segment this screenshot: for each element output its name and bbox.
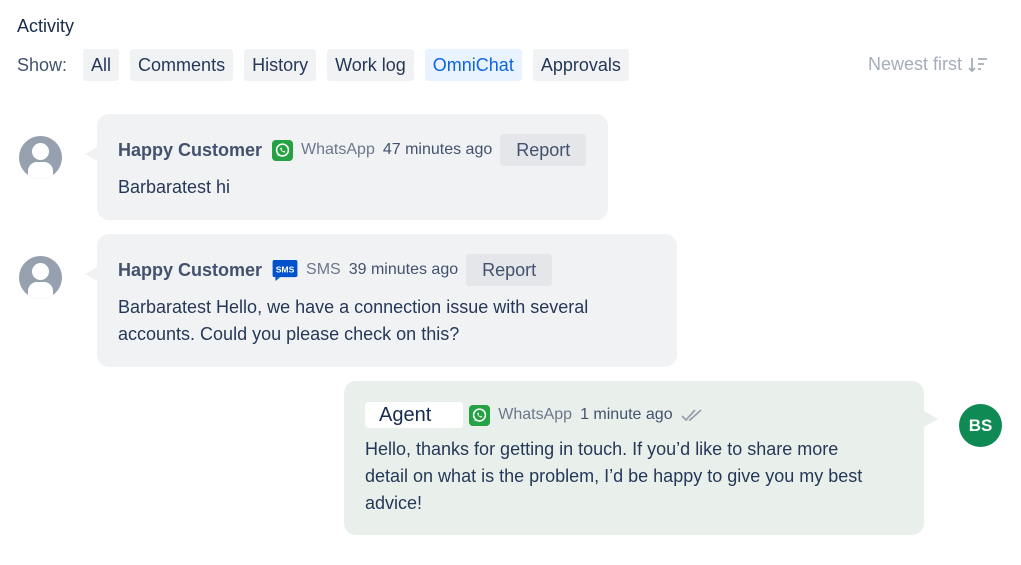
message-text: Barbaratest Hello, we have a connection …: [118, 294, 588, 348]
message-bubble: Happy Customer WhatsApp 47 minutes ago R…: [85, 114, 608, 220]
sms-badge-text: SMS: [276, 264, 295, 274]
message-line: detail on what is the problem, I’d be ha…: [365, 466, 863, 486]
sender-name: Happy Customer: [118, 259, 263, 280]
customer-avatar: [19, 256, 62, 299]
activity-filter-bar: Show: All Comments History Work log Omni…: [17, 49, 640, 81]
customer-avatar: [19, 136, 62, 179]
message-text: Hello, thanks for getting in touch. If y…: [365, 436, 862, 517]
filter-comments-button[interactable]: Comments: [130, 49, 234, 81]
filter-worklog-button[interactable]: Work log: [327, 49, 414, 81]
whatsapp-icon: [272, 139, 294, 161]
agent-name: Agent: [365, 402, 464, 428]
report-button[interactable]: Report: [500, 134, 587, 166]
message-time: 47 minutes ago: [382, 141, 493, 158]
report-button[interactable]: Report: [466, 254, 553, 286]
double-check-icon: [680, 409, 702, 422]
filter-all-button[interactable]: All: [83, 49, 120, 81]
sort-label: Newest first: [867, 54, 962, 74]
message-time: 39 minutes ago: [348, 261, 459, 278]
whatsapp-icon: [469, 404, 491, 426]
message-line: Hello, thanks for getting in touch. If y…: [365, 439, 839, 459]
channel-name: SMS: [306, 261, 341, 278]
message-line: advice!: [365, 493, 423, 513]
sort-descending-icon: [968, 57, 987, 72]
message-time: 1 minute ago: [580, 406, 673, 423]
sender-name: Happy Customer: [118, 139, 263, 160]
agent-avatar: BS: [959, 404, 1002, 447]
message-bubble: Happy Customer SMS SMS 39 minutes ago Re…: [85, 234, 677, 367]
message-line: accounts. Could you please check on this…: [118, 324, 460, 344]
activity-title: Activity: [17, 16, 75, 36]
message-line: Barbaratest Hello, we have a connection …: [118, 297, 589, 317]
show-label: Show:: [17, 54, 68, 75]
message-text: Barbaratest hi: [118, 177, 231, 197]
sms-icon: SMS: [272, 259, 298, 281]
channel-name: WhatsApp: [301, 141, 375, 158]
filter-approvals-button[interactable]: Approvals: [532, 49, 629, 81]
filter-omnichat-button[interactable]: OmniChat: [424, 49, 522, 81]
sort-order-button[interactable]: Newest first: [868, 54, 988, 75]
channel-name: WhatsApp: [498, 406, 573, 423]
agent-message-bubble: Agent WhatsApp 1 minute ago Hello, thank…: [344, 381, 938, 535]
filter-history-button[interactable]: History: [244, 49, 317, 81]
